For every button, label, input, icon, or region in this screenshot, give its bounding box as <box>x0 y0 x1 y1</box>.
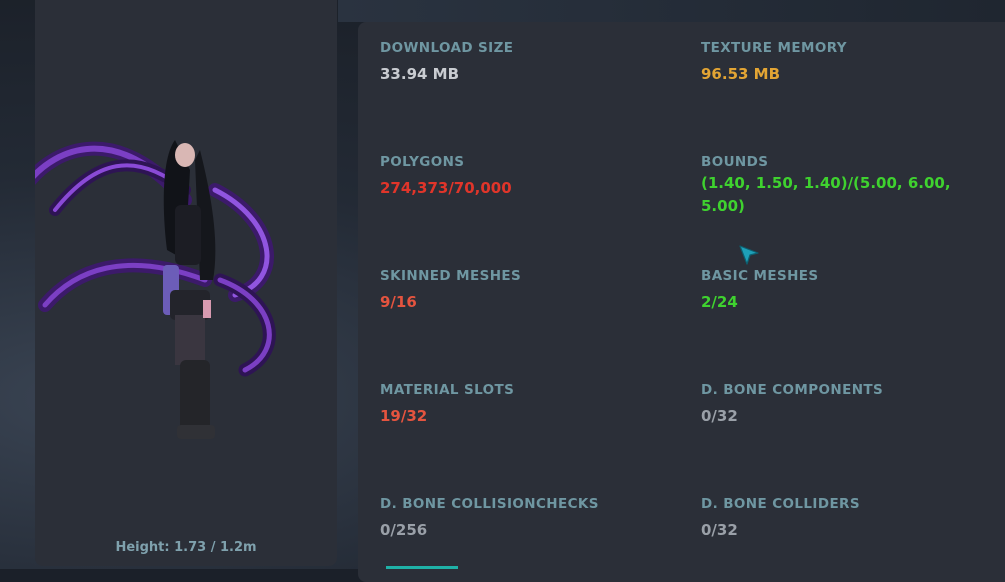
stat-polygons: POLYGONS 274,373/70,000 <box>380 154 670 200</box>
background-strip <box>338 0 1005 22</box>
avatar-preview-panel: Height: 1.73 / 1.2m <box>35 0 337 566</box>
stat-label: D. BONE COLLIDERS <box>701 496 860 512</box>
stat-label: D. BONE COLLISIONCHECKS <box>380 496 599 512</box>
stat-value: 0/256 <box>380 521 428 539</box>
stat-label: SKINNED MESHES <box>380 268 522 284</box>
performance-stats-panel: DOWNLOAD SIZE 33.94 MB TEXTURE MEMORY 96… <box>358 22 1005 582</box>
stat-label: MATERIAL SLOTS <box>380 382 515 398</box>
stat-value: 2/24 <box>701 293 738 311</box>
stat-value: 33.94 MB <box>380 65 460 83</box>
stat-label: BOUNDS <box>701 154 769 170</box>
stat-value: 274,373/70,000 <box>380 179 512 197</box>
stat-d-bone-components: D. BONE COMPONENTS 0/32 <box>701 382 991 428</box>
stat-material-slots: MATERIAL SLOTS 19/32 <box>380 382 670 428</box>
stat-label: D. BONE COMPONENTS <box>701 382 884 398</box>
stat-value: 0/32 <box>701 521 738 539</box>
stat-label: POLYGONS <box>380 154 465 170</box>
mouse-pointer-icon <box>739 245 759 265</box>
stat-label: DOWNLOAD SIZE <box>380 40 514 56</box>
stat-label: TEXTURE MEMORY <box>701 40 847 56</box>
stat-label: BASIC MESHES <box>701 268 819 284</box>
stat-value: 0/32 <box>701 407 738 425</box>
stat-d-bone-collision-checks: D. BONE COLLISIONCHECKS 0/256 <box>380 496 670 542</box>
avatar-height-label: Height: 1.73 / 1.2m <box>115 540 257 555</box>
stat-value: (1.40, 1.50, 1.40)/(5.00, 6.00, 5.00) <box>701 174 951 215</box>
stat-bounds: BOUNDS (1.40, 1.50, 1.40)/(5.00, 6.00, 5… <box>701 154 976 218</box>
stat-d-bone-colliders: D. BONE COLLIDERS 0/32 <box>701 496 991 542</box>
stat-value: 96.53 MB <box>701 65 781 83</box>
avatar-preview-image <box>35 140 276 439</box>
stat-skinned-meshes: SKINNED MESHES 9/16 <box>380 268 670 314</box>
stat-value: 9/16 <box>380 293 417 311</box>
stat-texture-memory: TEXTURE MEMORY 96.53 MB <box>701 40 991 86</box>
stat-value: 19/32 <box>380 407 428 425</box>
stat-download-size: DOWNLOAD SIZE 33.94 MB <box>380 40 670 86</box>
stat-basic-meshes: BASIC MESHES 2/24 <box>701 268 991 314</box>
